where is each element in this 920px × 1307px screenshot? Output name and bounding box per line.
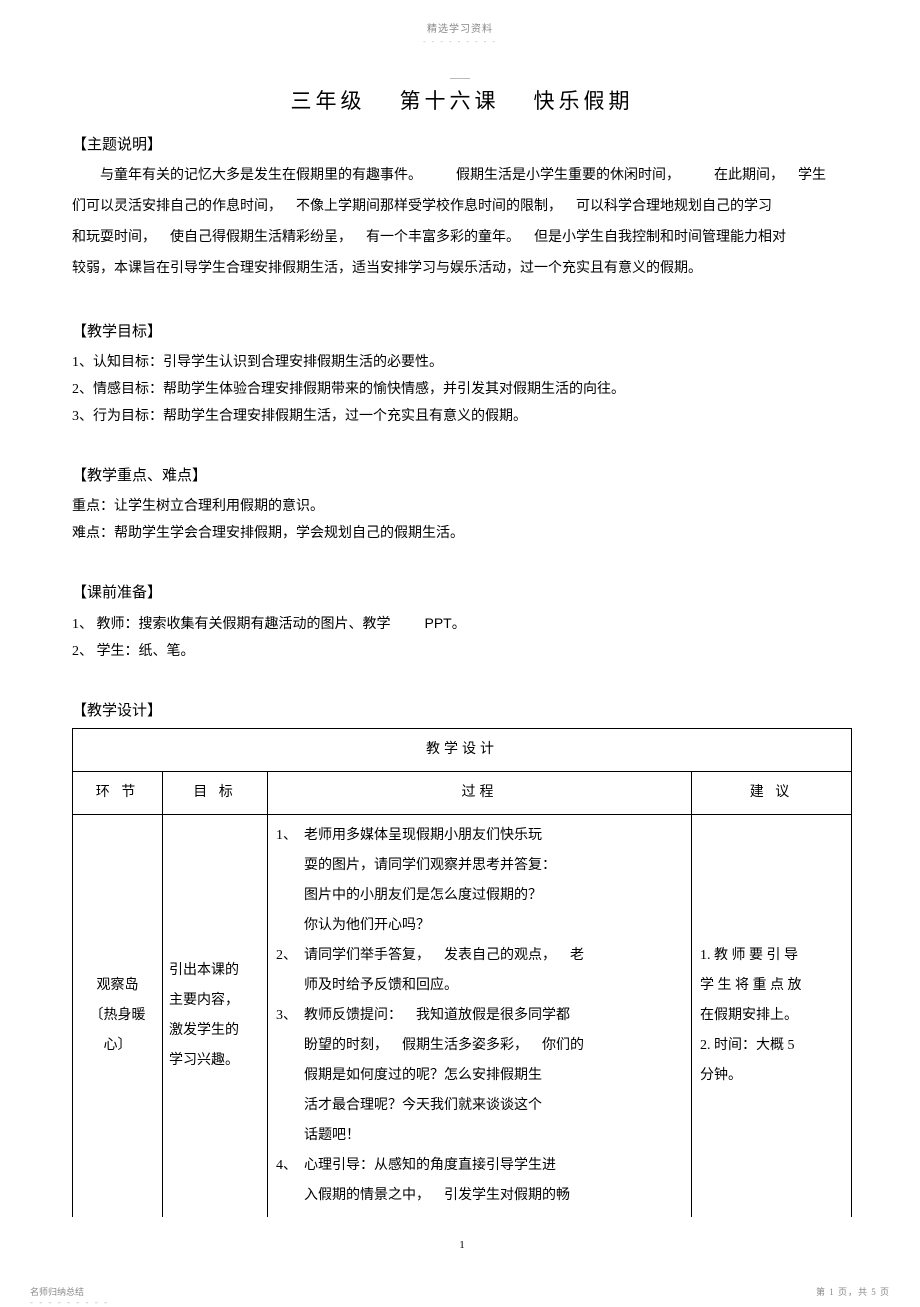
section-head-focus: 【教学重点、难点】 [72,464,852,485]
text: 话题吧！ [276,1121,683,1151]
text: 你认为他们开心吗？ [276,911,683,941]
text: 假期是如何度过的呢？怎么安排假期生 [276,1061,683,1091]
text: 。 [452,617,466,632]
header-dashes: - - - - - - - - - [0,37,920,46]
text: 教师反馈提问：我知道放假是很多同学都 [304,1001,683,1031]
topic-para: 和玩耍时间， 使自己得假期生活精彩纷呈， 有一个丰富多彩的童年。但是小学生自我控制和… [72,224,852,251]
text: 和玩耍时间， [72,230,156,245]
page-body: 三年级 第十六课 快乐假期 【主题说明】 与童年有关的记忆大多是发生在假期里的有趣事… [0,85,920,1251]
text: 观察岛 [81,971,154,1001]
text: 激发学生的 [169,1016,259,1046]
title-name: 快乐假期 [534,89,634,113]
text: 心理引导：从感知的角度直接引导学生进 [304,1151,683,1181]
title-grade: 三年级 [291,89,366,113]
text: 在假期安排上。 [700,1001,843,1031]
text: 〔热身暖 [81,1001,154,1031]
text: 图片中的小朋友们是怎么度过假期的？ [276,881,683,911]
text: 学习兴趣。 [169,1046,259,1076]
list-num: 2、 [276,941,304,971]
page-number: 1 [72,1239,852,1251]
section-head-prep: 【课前准备】 [72,581,852,602]
cell-step: 观察岛 〔热身暖 心〕 [73,815,163,1218]
text: 师及时给予反馈和回应。 [276,971,683,1001]
cell-suggest: 1. 教 师 要 引 导 学 生 将 重 点 放 在假期安排上。 2. 时间：大… [692,815,852,1218]
text: 心〕 [81,1031,154,1061]
text: 1. 教 师 要 引 导 [700,941,843,971]
text: 耍的图片，请同学们观察并思考并答复： [276,851,683,881]
cell-process: 1、老师用多媒体呈现假期小朋友们快乐玩 耍的图片，请同学们观察并思考并答复： 图… [268,815,692,1218]
tiny-rule [450,78,470,79]
list-num: 4、 [276,1151,304,1181]
goal-line: 1、认知目标：引导学生认识到合理安排假期生活的必要性。 [72,349,852,376]
th-process: 过程 [268,772,692,815]
list-num: 1、 [276,821,304,851]
text: 假期生活是小学生重要的休闲时间， [456,168,680,183]
topic-para: 与童年有关的记忆大多是发生在假期里的有趣事件。 假期生活是小学生重要的休闲时间， 在… [72,162,852,189]
list-num: 3、 [276,1001,304,1031]
text: 与童年有关的记忆大多是发生在假期里的有趣事件。 [100,168,422,183]
design-table: 教学设计 环 节 目 标 过程 建 议 观察岛 〔热身暖 心〕 引出本课的 主要… [72,728,852,1217]
header-watermark: 精选学习资料 [0,0,920,35]
text: 盼望的时刻，假期生活多姿多彩，你们的 [276,1031,683,1061]
topic-para: 们可以灵活安排自己的作息时间， 不像上学期间那样受学校作息时间的限制， 可以科学合理… [72,193,852,220]
table-title: 教学设计 [73,729,852,772]
text: 使自己得假期生活精彩纷呈， [170,230,352,245]
text-ppt: PPT [425,615,452,631]
cell-goal: 引出本课的 主要内容， 激发学生的 学习兴趣。 [163,815,268,1218]
section-head-topic: 【主题说明】 [72,133,852,154]
text: 2. 时间：大概 5 [700,1031,843,1061]
text: 可以科学合理地规划自己的学习 [576,199,772,214]
section-head-design: 【教学设计】 [72,699,852,720]
text: 学生 [798,168,826,183]
title-lesson: 第十六课 [400,89,500,113]
table-title-row: 教学设计 [73,729,852,772]
footer-dashes: - - - - - - - - - [30,1297,109,1307]
text: 1、 教师：搜索收集有关假期有趣活动的图片、教学 [72,617,391,632]
section-head-goals: 【教学目标】 [72,320,852,341]
goal-line: 3、行为目标：帮助学生合理安排假期生活，过一个充实且有意义的假期。 [72,403,852,430]
document-title: 三年级 第十六课 快乐假期 [72,85,852,115]
text: 请同学们举手答复，发表自己的观点，老 [304,941,683,971]
text: 引出本课的 [169,956,259,986]
prep-line: 1、 教师：搜索收集有关假期有趣活动的图片、教学 PPT。 [72,610,852,638]
focus-line: 难点：帮助学生学会合理安排假期，学会规划自己的假期生活。 [72,520,852,547]
text: 主要内容， [169,986,259,1016]
goal-line: 2、情感目标：帮助学生体验合理安排假期带来的愉快情感，并引发其对假期生活的向往。 [72,376,852,403]
prep-line: 2、 学生：纸、笔。 [72,638,852,665]
text: 活才最合理呢？今天我们就来谈谈这个 [276,1091,683,1121]
topic-para: 较弱，本课旨在引导学生合理安排假期生活，适当安排学习与娱乐活动，过一个充实且有意… [72,255,852,282]
text: 在此期间， [714,168,784,183]
focus-line: 重点：让学生树立合理利用假期的意识。 [72,493,852,520]
text: 但是小学生自我控制和时间管理能力相对 [534,230,786,245]
th-suggest: 建 议 [692,772,852,815]
text: 入假期的情景之中，引发学生对假期的畅 [276,1181,683,1211]
table-row: 观察岛 〔热身暖 心〕 引出本课的 主要内容， 激发学生的 学习兴趣。 1、老师… [73,815,852,1218]
th-step: 环 节 [73,772,163,815]
text: 学 生 将 重 点 放 [700,971,843,1001]
text: 不像上学期间那样受学校作息时间的限制， [296,199,562,214]
text: 有一个丰富多彩的童年。 [366,230,520,245]
table-header-row: 环 节 目 标 过程 建 议 [73,772,852,815]
footer-right: 第 1 页，共 5 页 [816,1285,890,1298]
text: 分钟。 [700,1061,843,1091]
text: 老师用多媒体呈现假期小朋友们快乐玩 [304,821,683,851]
text: 们可以灵活安排自己的作息时间， [72,199,282,214]
th-goal: 目 标 [163,772,268,815]
